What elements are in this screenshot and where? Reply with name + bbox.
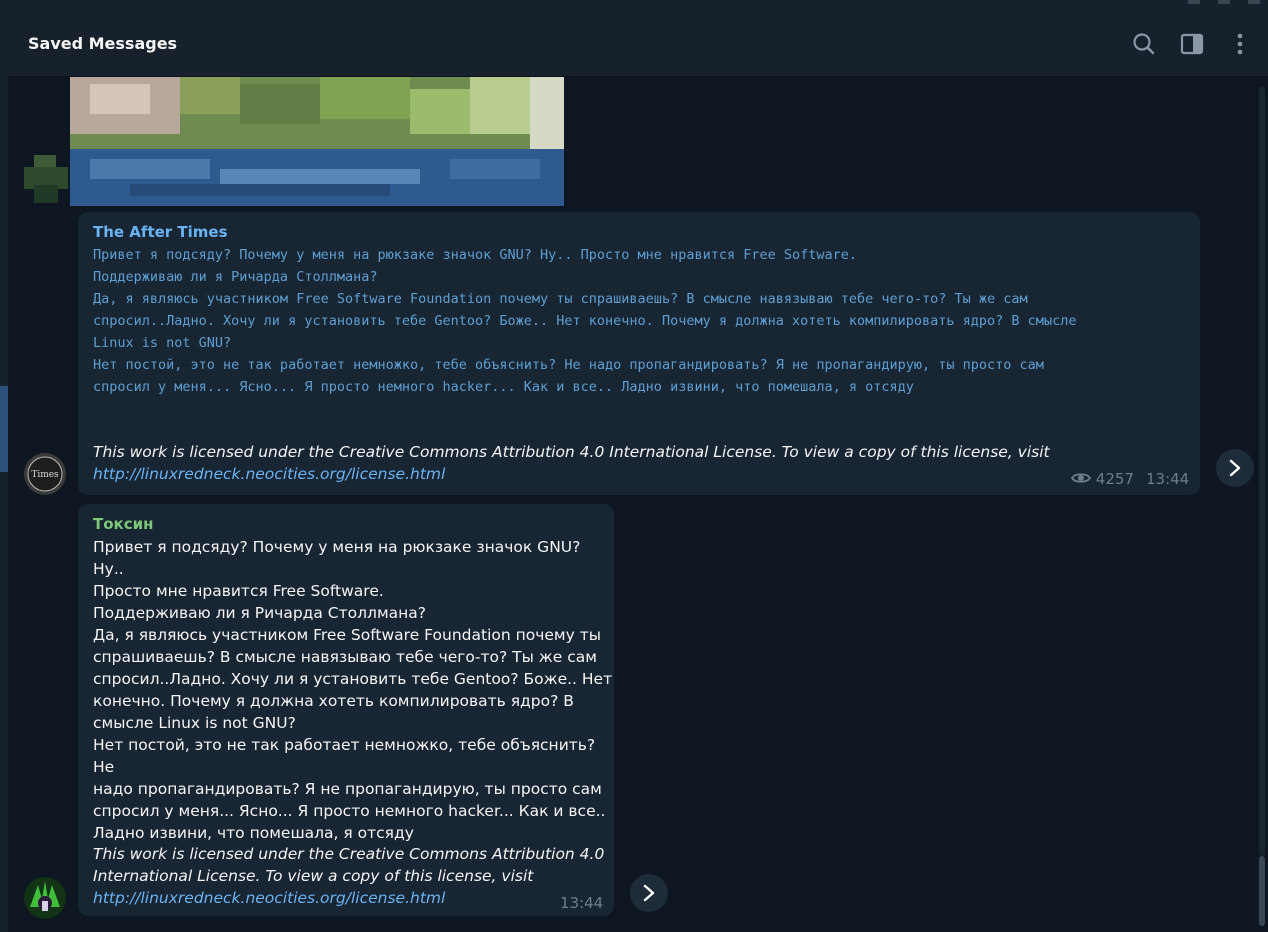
svg-text:Times: Times: [31, 470, 59, 480]
license-sentence: This work is licensed under the Creative…: [93, 443, 1050, 461]
scrollbar-track[interactable]: [1259, 86, 1265, 856]
chat-title: Saved Messages: [28, 34, 178, 53]
views-count: 4257: [1095, 470, 1134, 488]
left-panel-edge: [0, 10, 8, 932]
message-sender[interactable]: The After Times: [93, 223, 228, 241]
scrollbar-thumb[interactable]: [1259, 856, 1265, 926]
license-link[interactable]: http://linuxredneck.neocities.org/licens…: [93, 889, 445, 907]
search-icon[interactable]: [1130, 30, 1158, 58]
more-vertical-icon[interactable]: [1226, 30, 1254, 58]
window-top-strip: [0, 0, 1268, 10]
forward-button[interactable]: [1216, 449, 1254, 487]
license-link[interactable]: http://linuxredneck.neocities.org/licens…: [93, 465, 445, 483]
message-image[interactable]: [70, 77, 564, 206]
avatar[interactable]: [24, 877, 66, 919]
message-code-text: Привет я подсяду? Почему у меня на рюкза…: [93, 247, 1077, 395]
message-list[interactable]: The After Times Привет я подсяду? Почему…: [8, 77, 1260, 932]
license-text: This work is licensed under the Creative…: [93, 441, 1193, 485]
message-bubble[interactable]: Токсин Привет я подсяду? Почему у меня н…: [78, 504, 614, 916]
eye-icon: [1070, 473, 1092, 483]
chat-scrollbar[interactable]: [1259, 86, 1265, 928]
forward-arrow-icon: [1229, 459, 1241, 477]
forward-arrow-icon: [643, 884, 655, 902]
sidebar-toggle-icon[interactable]: [1178, 30, 1206, 58]
message-text: Привет я подсяду? Почему у меня на рюкза…: [93, 538, 613, 842]
image-thumbnail-fragment: [24, 155, 68, 203]
minimize-icon[interactable]: [1188, 0, 1200, 4]
selected-chat-indicator: [0, 386, 8, 472]
message-bubble[interactable]: The After Times Привет я подсяду? Почему…: [78, 212, 1200, 495]
avatar[interactable]: Times: [24, 453, 66, 495]
message-sender[interactable]: Токсин: [93, 515, 153, 533]
chat-header: Saved Messages: [8, 10, 1268, 77]
close-icon[interactable]: [1248, 0, 1260, 4]
license-sentence: This work is licensed under the Creative…: [93, 845, 605, 885]
license-text: This work is licensed under the Creative…: [93, 843, 613, 909]
message-time: 13:44: [560, 894, 604, 912]
message-views: 4257: [1070, 470, 1134, 488]
maximize-icon[interactable]: [1218, 0, 1230, 4]
message-time: 13:44: [1146, 470, 1190, 488]
forward-button[interactable]: [630, 874, 668, 912]
